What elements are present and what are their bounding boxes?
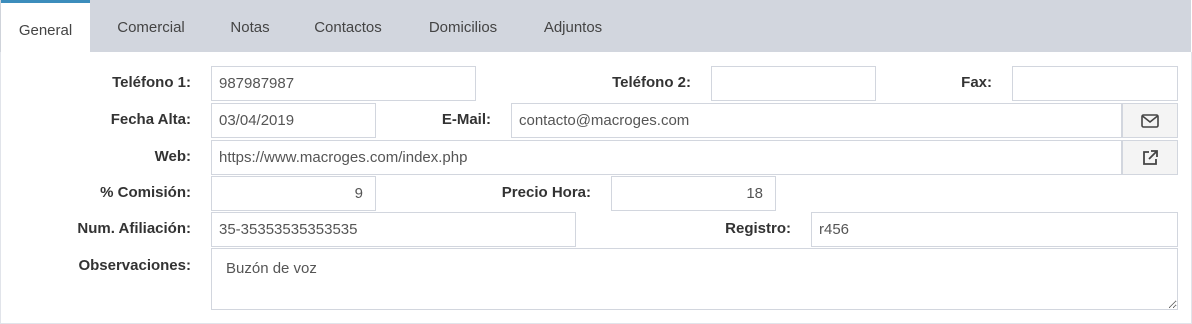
telefono1-input[interactable] bbox=[211, 66, 476, 101]
send-email-button[interactable] bbox=[1122, 103, 1178, 138]
external-link-icon bbox=[1143, 149, 1158, 165]
telefono1-label: Teléfono 1: bbox=[112, 74, 191, 91]
observaciones-label: Observaciones: bbox=[78, 257, 191, 274]
tab-bar: General Comercial Notas Contactos Domici… bbox=[0, 0, 1191, 52]
telefono2-label: Teléfono 2: bbox=[612, 74, 691, 91]
tab-adjuntos[interactable]: Adjuntos bbox=[531, 2, 615, 52]
precio-hora-input[interactable] bbox=[611, 176, 776, 211]
email-label: E-Mail: bbox=[441, 111, 491, 128]
num-afiliacion-label: Num. Afiliación: bbox=[77, 220, 191, 237]
web-label: Web: bbox=[154, 148, 191, 165]
fecha-alta-label: Fecha Alta: bbox=[110, 111, 191, 128]
comision-input[interactable] bbox=[211, 176, 376, 211]
fax-input[interactable] bbox=[1012, 66, 1178, 101]
registro-label: Registro: bbox=[725, 220, 791, 237]
telefono2-input[interactable] bbox=[711, 66, 876, 101]
tab-comercial[interactable]: Comercial bbox=[101, 2, 201, 52]
envelope-icon bbox=[1141, 113, 1159, 128]
registro-input[interactable] bbox=[811, 212, 1178, 247]
open-web-button[interactable] bbox=[1122, 140, 1178, 175]
observaciones-textarea[interactable]: Buzón de voz bbox=[211, 248, 1178, 310]
tab-contactos[interactable]: Contactos bbox=[301, 2, 395, 52]
tab-general[interactable]: General bbox=[1, 0, 90, 52]
email-input[interactable] bbox=[511, 103, 1122, 138]
tab-notas[interactable]: Notas bbox=[215, 2, 285, 52]
fecha-alta-input[interactable] bbox=[211, 103, 376, 138]
fax-label: Fax: bbox=[961, 74, 992, 91]
web-input[interactable] bbox=[211, 140, 1122, 175]
comision-label: % Comisión: bbox=[100, 184, 191, 201]
precio-hora-label: Precio Hora: bbox=[501, 184, 591, 201]
tab-domicilios[interactable]: Domicilios bbox=[415, 2, 511, 52]
num-afiliacion-input[interactable] bbox=[211, 212, 576, 247]
